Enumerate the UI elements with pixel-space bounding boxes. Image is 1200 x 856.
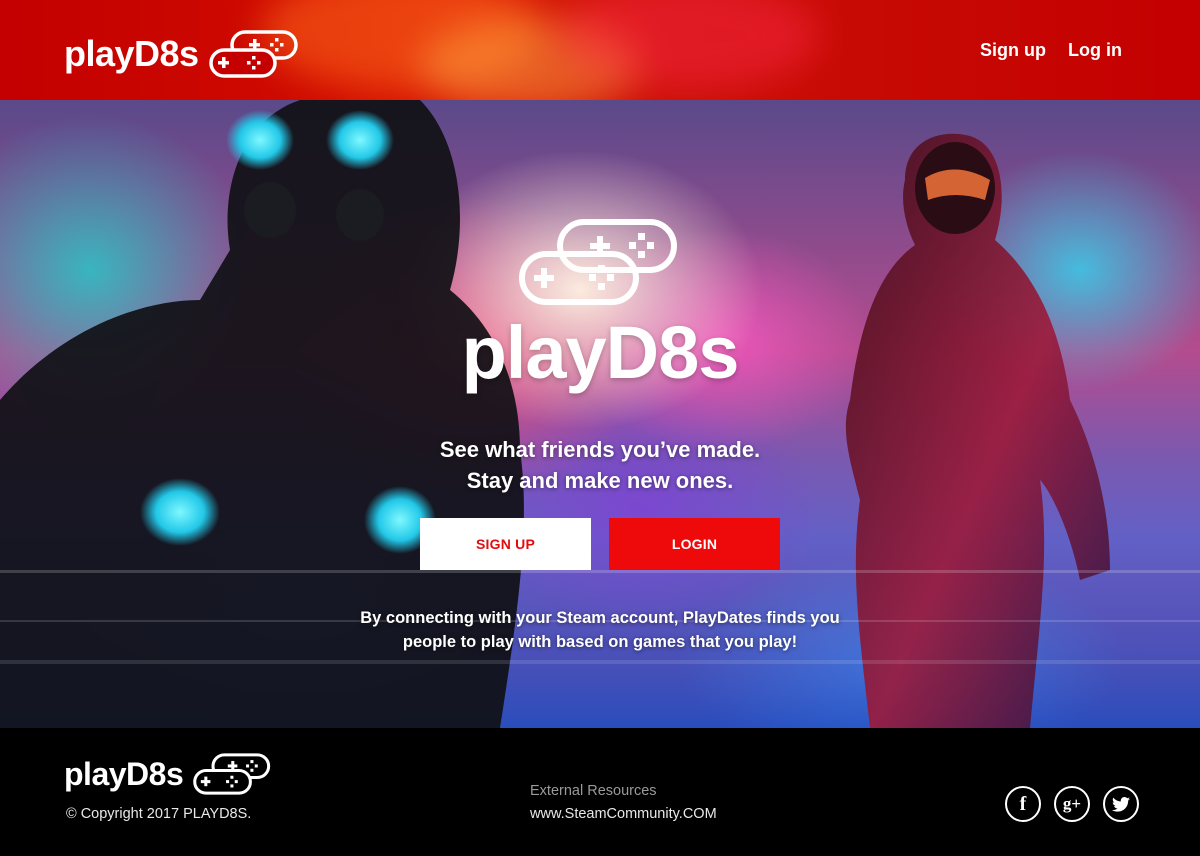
twitter-icon[interactable] [1103, 786, 1139, 822]
login-button[interactable]: LOGIN [609, 518, 780, 570]
footer-gamepad-icon [193, 753, 271, 795]
hero-section: playD8s See what friends you’ve made. St… [0, 100, 1200, 728]
copyright-text: © Copyright 2017 PLAYD8S. [66, 806, 252, 822]
nav-login-link[interactable]: Log in [1068, 40, 1122, 61]
twitter-bird-icon [1112, 796, 1130, 812]
nav-signup-link[interactable]: Sign up [980, 40, 1046, 61]
hero-title: playD8s [461, 311, 740, 394]
steam-community-link[interactable]: www.SteamCommunity.COM [530, 806, 717, 822]
gamepad-icon [208, 30, 298, 78]
steam-description: By connecting with your Steam account, P… [0, 606, 1200, 654]
signup-button[interactable]: SIGN UP [420, 518, 591, 570]
footer-brand-logo[interactable]: playD8s [64, 752, 273, 796]
hero-tagline: See what friends you’ve made. Stay and m… [0, 434, 1200, 496]
hero-gamepad-icon [519, 219, 677, 305]
facebook-icon[interactable]: f [1005, 786, 1041, 822]
brand-name: playD8s [64, 33, 199, 74]
description-line-2: people to play with based on games that … [402, 633, 798, 651]
top-navigation-bar: playD8s Sign up Log in [0, 0, 1200, 100]
brand-logo[interactable]: playD8s [64, 30, 301, 78]
header-nav: Sign up Log in [980, 40, 1122, 61]
external-resources-heading: External Resources [530, 783, 657, 799]
footer-brand-name: playD8s [64, 755, 184, 792]
google-plus-icon[interactable]: g+ [1054, 786, 1090, 822]
social-links: f g+ [1005, 786, 1139, 822]
tagline-line-2: Stay and make new ones. [466, 468, 734, 493]
tagline-line-1: See what friends you’ve made. [439, 437, 761, 462]
footer: playD8s © Copyright 2017 PLAYD8S. Extern… [0, 728, 1200, 856]
description-line-1: By connecting with your Steam account, P… [360, 609, 840, 627]
